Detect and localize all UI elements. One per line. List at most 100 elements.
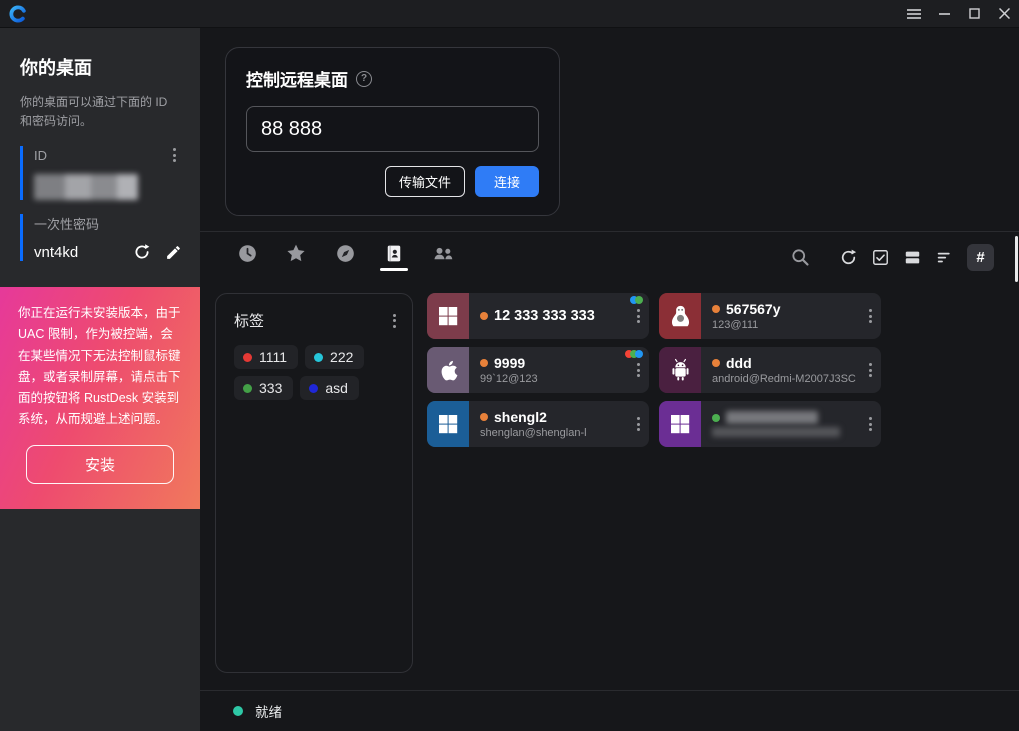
otp-label: 一次性密码 [34, 214, 182, 233]
help-icon[interactable]: ? [356, 71, 372, 87]
maximize-button[interactable] [959, 0, 989, 28]
windows-logo-icon [427, 401, 469, 447]
online-status-dot [712, 414, 720, 422]
connect-button[interactable]: 连接 [475, 166, 539, 197]
peer-name: 9999 [494, 355, 525, 371]
tab-address-book[interactable] [380, 243, 408, 271]
titlebar [0, 0, 1019, 28]
peer-menu-icon[interactable] [635, 361, 642, 379]
tab-recent-sessions[interactable] [233, 243, 261, 271]
online-status-dot [480, 312, 488, 320]
android-logo-icon [659, 347, 701, 393]
peer-username-censored [712, 427, 840, 437]
peer-menu-icon[interactable] [867, 361, 874, 379]
sidebar: 你的桌面 你的桌面可以通过下面的 ID 和密码访问。 ID 一次性密码 vnt4… [0, 28, 200, 731]
tag-chip[interactable]: 1111 [234, 345, 298, 369]
clock-icon [237, 243, 258, 264]
peer-card[interactable]: 12 333 333 333 [427, 293, 649, 339]
peer-menu-icon[interactable] [867, 307, 874, 325]
connection-status-text: 就绪 [255, 701, 282, 721]
peer-card[interactable] [659, 401, 881, 447]
scrollbar-thumb[interactable] [1015, 236, 1018, 282]
compass-icon [335, 243, 356, 264]
tag-chip[interactable]: asd [300, 376, 359, 400]
tab-group[interactable] [429, 243, 457, 271]
apple-logo-icon [427, 347, 469, 393]
address-book-icon [384, 243, 404, 264]
remote-id-input[interactable] [246, 106, 539, 152]
windows-logo-icon [427, 293, 469, 339]
tag-dot [243, 353, 252, 362]
connect-zone: 控制远程桌面 ? 传输文件 连接 [200, 28, 1019, 232]
peer-card[interactable]: ddd android@Redmi-M2007J3SC [659, 347, 881, 393]
online-status-dot [712, 305, 720, 313]
peers-content: 标签 1111 222 333 asd [200, 282, 1019, 690]
refresh-password-icon[interactable] [133, 243, 151, 261]
peer-username: android@Redmi-M2007J3SC [712, 373, 881, 385]
peer-menu-icon[interactable] [635, 415, 642, 433]
id-block: ID [20, 146, 182, 200]
peer-grid: 12 333 333 333 567567y [427, 293, 881, 447]
tag-chip[interactable]: 222 [305, 345, 364, 369]
tags-panel: 标签 1111 222 333 asd [215, 293, 413, 673]
tag-dot [243, 384, 252, 393]
id-menu-icon[interactable] [171, 146, 178, 164]
tab-discovered[interactable] [331, 243, 359, 271]
peer-card[interactable]: 567567y 123@111 [659, 293, 881, 339]
install-button[interactable]: 安装 [26, 445, 174, 484]
peer-name: ddd [726, 355, 752, 371]
peer-username: 123@111 [712, 319, 881, 331]
tab-favorites[interactable] [282, 243, 310, 271]
sidebar-title: 你的桌面 [20, 54, 182, 80]
session-indicators [628, 350, 643, 358]
tag-dot [314, 353, 323, 362]
close-button[interactable] [989, 0, 1019, 28]
warning-text: 你正在运行未安装版本，由于 UAC 限制，作为被控端，会在某些情况下无法控制鼠标… [18, 303, 182, 431]
peer-name: shengl2 [494, 409, 547, 425]
sort-list-icon[interactable] [935, 248, 954, 267]
online-status-dot [712, 359, 720, 367]
star-icon [285, 243, 307, 264]
refresh-peers-icon[interactable] [839, 248, 858, 267]
peer-username: shenglan@shenglan-l [480, 427, 649, 439]
main-panel: 控制远程桌面 ? 传输文件 连接 [200, 28, 1019, 731]
search-icon[interactable] [790, 247, 810, 267]
peer-card[interactable]: shengl2 shenglan@shenglan-l [427, 401, 649, 447]
connect-title: 控制远程桌面 [246, 66, 348, 91]
peer-username: 99`12@123 [480, 373, 649, 385]
peer-name: 567567y [726, 301, 781, 317]
select-peers-icon[interactable] [871, 248, 890, 267]
tag-label: 333 [259, 380, 282, 396]
transfer-file-button[interactable]: 传输文件 [385, 166, 465, 197]
online-status-dot [480, 359, 488, 367]
windows-logo-icon [659, 401, 701, 447]
linux-logo-icon [659, 293, 701, 339]
sidebar-description: 你的桌面可以通过下面的 ID 和密码访问。 [20, 93, 182, 130]
tag-label: 222 [330, 349, 353, 365]
password-block: 一次性密码 vnt4kd [20, 214, 182, 261]
tag-chip[interactable]: 333 [234, 376, 293, 400]
hamburger-menu-icon[interactable] [899, 0, 929, 28]
peer-card[interactable]: 9999 99`12@123 [427, 347, 649, 393]
otp-value: vnt4kd [34, 244, 78, 261]
card-view-icon[interactable] [903, 248, 922, 267]
rustdesk-logo-icon [8, 4, 28, 24]
tag-dot [309, 384, 318, 393]
id-label: ID [34, 148, 47, 163]
connect-card: 控制远程桌面 ? 传输文件 连接 [225, 47, 560, 216]
edit-password-icon[interactable] [165, 244, 182, 261]
peer-name: 12 333 333 333 [494, 308, 595, 324]
tags-menu-icon[interactable] [391, 312, 398, 330]
session-indicators [633, 296, 643, 304]
tag-label: asd [325, 380, 348, 396]
peer-menu-icon[interactable] [635, 307, 642, 325]
id-value-censored [34, 174, 138, 200]
grid-view-icon[interactable]: # [967, 244, 994, 271]
online-status-dot [480, 413, 488, 421]
install-warning-panel: 你正在运行未安装版本，由于 UAC 限制，作为被控端，会在某些情况下无法控制鼠标… [0, 287, 200, 509]
minimize-button[interactable] [929, 0, 959, 28]
connection-status-dot [233, 706, 243, 716]
statusbar: 就绪 [200, 690, 1019, 731]
peer-menu-icon[interactable] [867, 415, 874, 433]
peer-name-censored [726, 411, 818, 424]
